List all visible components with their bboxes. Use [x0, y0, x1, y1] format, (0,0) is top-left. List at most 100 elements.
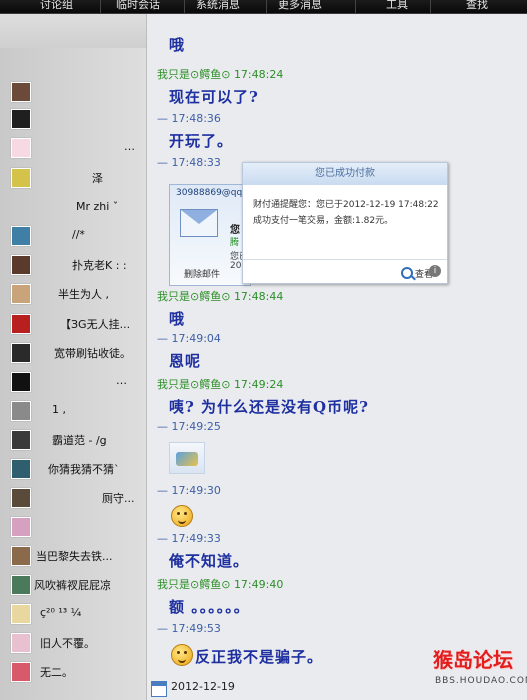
- contact-list[interactable]: … 泽 Mr zhi ˇ //* 扑克老K : : 半生为人 , 【ЗG无人挂.…: [0, 14, 147, 700]
- message-time: 17:49:40: [233, 578, 284, 591]
- avatar: [11, 546, 31, 566]
- contact-item[interactable]: …: [0, 370, 146, 394]
- message-time: 17:49:24: [233, 378, 284, 391]
- contact-item[interactable]: 泽: [0, 166, 146, 190]
- contact-name: …: [116, 374, 127, 387]
- sender-name: 我只是⊙鳄鱼⊙: [157, 290, 231, 303]
- message-time: 17:48:44: [233, 290, 284, 303]
- emoji-icon: [171, 505, 193, 527]
- message-text: 咦? 为什么还是没有Q币呢?: [169, 398, 369, 416]
- message-time: 17:49:53: [171, 622, 221, 635]
- message-time: 17:48:36: [171, 112, 221, 125]
- message-text: 哦: [169, 310, 186, 328]
- notification-text: 腾: [230, 238, 240, 248]
- message-time: 17:48:24: [233, 68, 284, 81]
- image-attachment[interactable]: [169, 442, 205, 474]
- top-tab-bar: 讨论组 临时会话 系统消息 更多消息 工具 查找: [0, 0, 527, 14]
- contact-item[interactable]: [0, 107, 146, 131]
- message-time: 17:49:33: [171, 532, 221, 545]
- tab-separator: [430, 0, 431, 13]
- envelope-icon: [180, 209, 218, 237]
- avatar: [11, 168, 31, 188]
- calendar-icon[interactable]: [151, 681, 167, 697]
- contact-item[interactable]: 无二。: [0, 660, 146, 684]
- message-text: 现在可以了?: [169, 88, 259, 106]
- contact-item[interactable]: 霸道范 - /g: [0, 428, 146, 452]
- contact-item[interactable]: 【ЗG无人挂...: [0, 312, 146, 336]
- contact-item[interactable]: 厕守...: [0, 486, 146, 510]
- contact-item[interactable]: 1 ,: [0, 399, 146, 423]
- contact-item[interactable]: 你猜我猜不猜ˋ: [0, 457, 146, 481]
- contact-name: 无二。: [40, 666, 73, 679]
- tab-separator: [184, 0, 185, 13]
- avatar: [11, 372, 31, 392]
- avatar: [11, 633, 31, 653]
- contact-item[interactable]: 扑克老K : :: [0, 253, 146, 277]
- message-time: 17:49:04: [171, 332, 221, 345]
- chat-history[interactable]: 哦 我只是⊙鳄鱼⊙ 17:48:24 现在可以了? — 17:48:36 开玩了…: [147, 14, 527, 700]
- contact-name: 半生为人 ,: [58, 288, 109, 301]
- message-time: 17:49:30: [171, 484, 221, 497]
- contact-name: 宽带刷钻收徒。: [54, 347, 131, 360]
- avatar: [11, 138, 31, 158]
- contact-item[interactable]: 宽带刷钻收徒。: [0, 341, 146, 365]
- contact-item[interactable]: Mr zhi ˇ: [0, 196, 146, 220]
- avatar: [11, 459, 31, 479]
- tab-separator: [266, 0, 267, 13]
- message-header: 我只是⊙鳄鱼⊙ 17:49:24: [157, 376, 283, 392]
- tab-temp-chat[interactable]: 临时会话: [116, 0, 160, 13]
- delete-mail-link: 删除邮件: [184, 270, 221, 280]
- sender-name: 我只是⊙鳄鱼⊙: [157, 578, 231, 591]
- contact-list-header: [0, 14, 146, 48]
- image-icon: [176, 452, 198, 466]
- contact-item[interactable]: …: [0, 136, 146, 160]
- contact-item[interactable]: 旧人不覆。: [0, 631, 146, 655]
- avatar: [11, 314, 31, 334]
- tab-find[interactable]: 查找: [466, 0, 488, 13]
- avatar: [11, 430, 31, 450]
- tab-tools[interactable]: 工具: [386, 0, 408, 13]
- contact-item[interactable]: ç²⁰ ¹³ ¼: [0, 602, 146, 626]
- message-text: 开玩了。: [169, 132, 234, 150]
- avatar: [11, 662, 31, 682]
- contact-name: 风吹裤衩屁屁凉: [34, 579, 111, 592]
- message-header: — 17:48:36: [157, 112, 221, 125]
- tab-separator: [100, 0, 101, 13]
- popup-title: 您已成功付款: [243, 163, 447, 185]
- message-header: 我只是⊙鳄鱼⊙ 17:49:40: [157, 576, 283, 592]
- contact-name: 霸道范 - /g: [52, 434, 107, 447]
- contact-item[interactable]: [0, 80, 146, 104]
- contact-name: 当巴黎失去铁...: [36, 550, 113, 563]
- avatar: [11, 284, 31, 304]
- contact-name: …: [124, 140, 135, 153]
- contact-item[interactable]: 当巴黎失去铁...: [0, 544, 146, 568]
- contact-name: 泽: [92, 172, 103, 185]
- contact-item[interactable]: 风吹裤衩屁屁凉: [0, 573, 146, 597]
- tab-discussion-group[interactable]: 讨论组: [40, 0, 73, 13]
- popup-line: 财付通提醒您：您已于2012-12-19 17:48:22: [253, 200, 439, 210]
- contact-name: //*: [72, 228, 85, 241]
- message-header: 我只是⊙鳄鱼⊙ 17:48:24: [157, 66, 283, 82]
- contact-item[interactable]: //*: [0, 224, 146, 248]
- message-header: — 17:48:33: [157, 156, 221, 169]
- tab-system-messages[interactable]: 系统消息: [196, 0, 240, 13]
- contact-name: 扑克老K : :: [72, 259, 127, 272]
- contact-item[interactable]: [0, 515, 146, 539]
- avatar: [11, 255, 31, 275]
- contact-item[interactable]: 半生为人 ,: [0, 282, 146, 306]
- avatar: [11, 488, 31, 508]
- avatar: [11, 109, 31, 129]
- contact-name: 【ЗG无人挂...: [60, 318, 131, 331]
- contact-name: Mr zhi ˇ: [76, 200, 119, 213]
- forum-watermark: 猴岛论坛 BBS.HOUDAO.COM: [433, 644, 527, 694]
- watermark-text: 猴岛论坛: [433, 648, 513, 672]
- message-time: 17:49:25: [171, 420, 221, 433]
- info-icon: i: [429, 265, 441, 277]
- avatar: [11, 343, 31, 363]
- message-header: — 17:49:25: [157, 420, 221, 433]
- message-header: — 17:49:33: [157, 532, 221, 545]
- message-header: — 17:49:53: [157, 622, 221, 635]
- tab-more-messages[interactable]: 更多消息: [278, 0, 322, 13]
- avatar: [11, 604, 31, 624]
- history-date: 2012-12-19: [171, 680, 235, 693]
